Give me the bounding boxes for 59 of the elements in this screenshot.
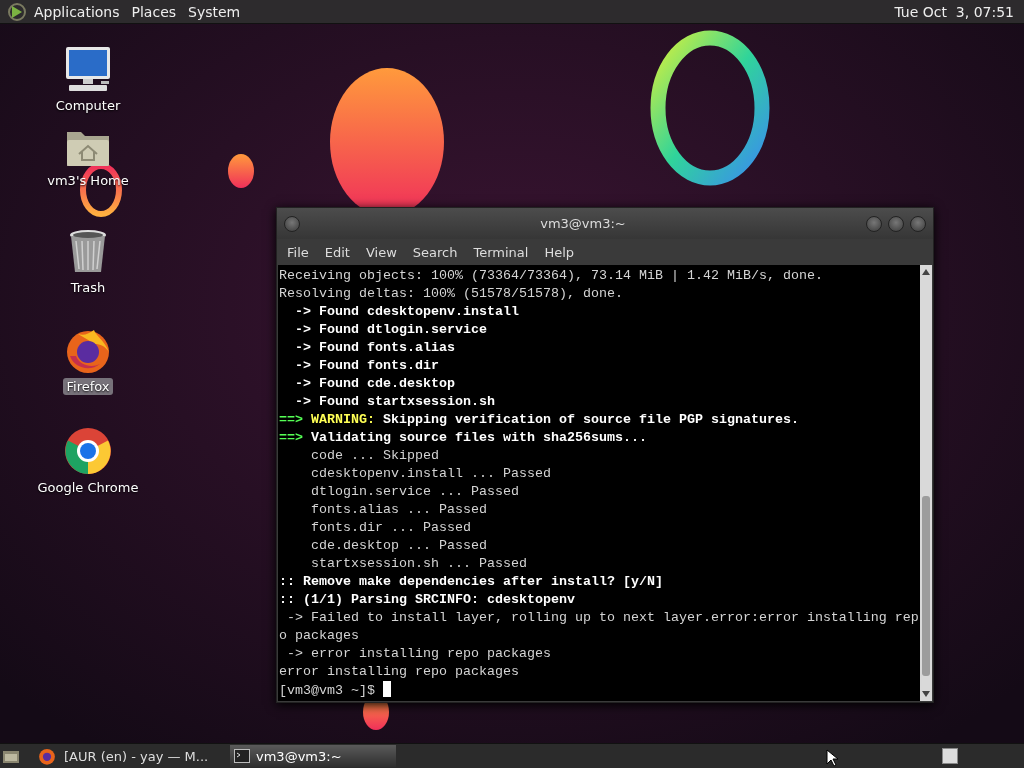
clock[interactable]: Tue Oct 3, 07:51 [894,3,1018,20]
scrollbar-thumb[interactable] [921,496,930,676]
firefox-icon[interactable] [38,747,56,765]
terminal-line: -> Found fonts.alias [294,339,456,357]
workspace-switcher[interactable] [942,748,958,764]
terminal-line: cdesktopenv.install ... Passed [310,465,552,483]
terminal-line: -> Found cdesktopenv.install [294,303,520,321]
scroll-down-icon[interactable] [920,690,931,698]
menu-item[interactable]: View [357,241,405,263]
menu-item[interactable]: Search [404,241,466,263]
terminal-line: :: Remove make dependencies after install? [y/N] [279,573,664,591]
terminal-line: Resolving deltas: 100% (51578/51578), done. [279,285,624,303]
menu-item[interactable]: Applications [28,1,126,22]
menu-item[interactable]: Edit [316,241,358,263]
menu-item[interactable]: Help [536,241,583,263]
terminal-line: dtlogin.service ... Passed [310,483,520,501]
terminal-line: -> Found fonts.dir [294,357,440,375]
terminal-line: fonts.alias ... Passed [310,501,488,519]
mouse-pointer-icon [826,749,838,767]
logo-icon[interactable] [6,1,28,22]
maximize-button[interactable] [888,215,904,232]
terminal-line: error installing repo packages [279,663,520,681]
terminal-icon [234,749,250,763]
terminal-line: -> Found cde.desktop [294,375,456,393]
terminal-line: -> Failed to install layer, rolling up to next layer.error:error installing rep [286,609,919,627]
scrollbar[interactable] [919,265,932,701]
terminal-line: ==> WARNING: Skipping verification of source file PGP signatures. [279,411,800,429]
computer-icon [63,45,113,93]
menu-item[interactable]: Places [125,1,183,22]
desktop-icon-label[interactable]: Google Chrome [34,479,142,496]
desktop-icon-label[interactable]: Computer [52,97,124,114]
terminal-line: Receiving objects: 100% (73364/73364), 73.14 MiB | 1.42 MiB/s, done. [279,267,824,285]
terminal-line: -> error installing repo packages [286,645,552,663]
taskbar-button[interactable]: [AUR (en) - yay — M... [60,745,226,767]
terminal-line: -> Found dtlogin.service [294,321,488,339]
terminal-line: -> Found startxsession.sh [294,393,496,411]
window-title: vm3@vm3:~ [539,216,627,231]
terminal-line: ==> Validating source files with sha256sums... [279,429,648,447]
shell-prompt: [vm3@vm3 ~]$ [279,683,375,698]
terminal-line: code ... Skipped [310,447,440,465]
terminal-line: startxsession.sh ... Passed [310,555,528,573]
desktop-icon-label[interactable]: Firefox [63,378,113,395]
window-menu-button[interactable] [284,215,300,232]
menu-item[interactable]: File [279,241,317,263]
terminal-line: fonts.dir ... Passed [310,519,472,537]
menu-item[interactable]: Terminal [465,241,537,263]
terminal-line: :: (1/1) Parsing SRCINFO: cdesktopenv [279,591,576,609]
text-cursor [383,681,391,697]
desktop-icon-label[interactable]: Trash [67,279,109,296]
terminal-line: cde.desktop ... Passed [310,537,488,555]
scroll-up-icon[interactable] [920,268,931,276]
taskbar-button[interactable]: vm3@vm3:~ [230,745,396,767]
close-button[interactable] [910,215,926,232]
trash-icon [68,229,108,275]
terminal-line: o packages [279,627,360,645]
show-desktop-icon[interactable] [2,748,20,764]
menu-item[interactable]: System [182,1,247,22]
chrome-icon [64,427,112,475]
minimize-button[interactable] [866,215,882,232]
